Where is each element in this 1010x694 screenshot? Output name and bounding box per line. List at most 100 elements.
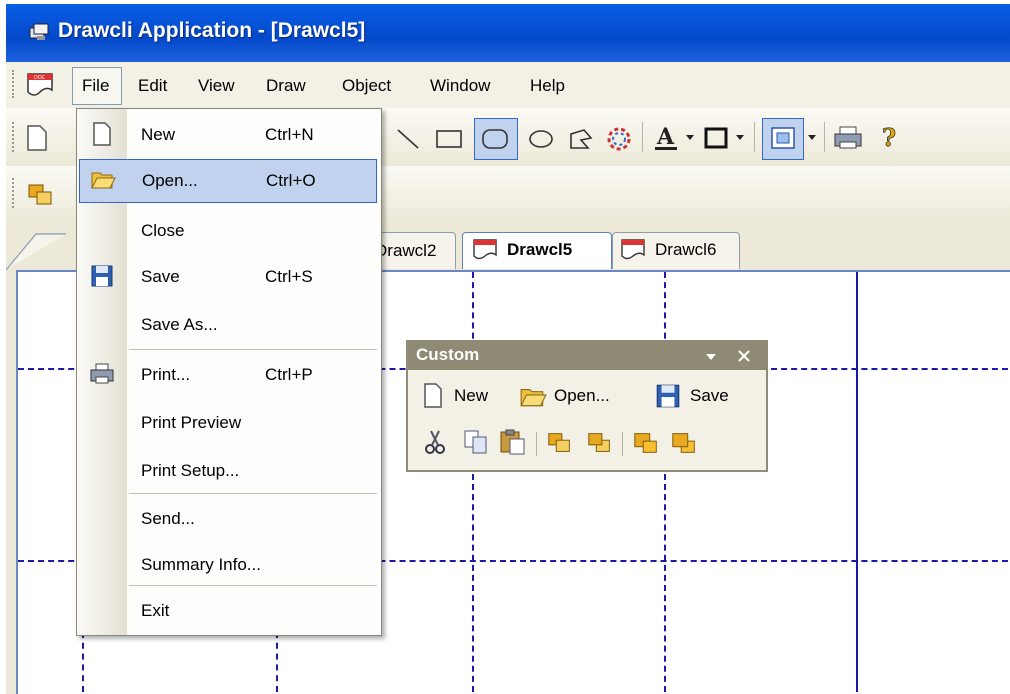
send-to-back-icon[interactable] [670,430,698,456]
tab-drawcl5[interactable]: Drawcl5 [462,232,612,269]
menu-item-print-setup-label: Print Setup... [141,461,240,480]
menu-item-save-as-label: Save As... [141,315,218,334]
line-color-icon[interactable] [702,124,732,152]
page-grid-line [82,632,84,692]
menu-item-new[interactable]: New Ctrl+N [77,113,381,157]
bring-forward-icon[interactable] [546,430,574,456]
tab-drawcl6[interactable]: Drawcl6 [612,232,740,269]
print-icon [90,363,114,384]
bring-to-front-icon[interactable] [632,430,660,456]
dropdown-arrow-icon[interactable] [734,132,746,142]
custom-toolbar-titlebar[interactable]: Custom [408,342,766,370]
page-grid-line [856,272,858,692]
menu-window[interactable]: Window [430,76,490,96]
menu-item-close[interactable]: Close [77,209,381,253]
menu-item-save-as[interactable]: Save As... [77,303,381,347]
menu-edit[interactable]: Edit [138,76,167,96]
toolbar-grip[interactable] [12,122,18,152]
close-icon[interactable] [736,348,752,364]
menu-item-save-label: Save [141,267,180,286]
page-grid-line [664,272,666,692]
menu-file[interactable]: File [82,76,109,96]
copy-icon[interactable] [462,428,490,456]
rectangle-tool-icon[interactable] [434,126,464,152]
tab-drawcl2-label: Drawcl2 [375,241,437,260]
menu-item-save[interactable]: Save Ctrl+S [77,255,381,299]
menu-item-save-shortcut: Ctrl+S [265,267,313,286]
tab-scroll-left[interactable] [6,232,66,272]
document-icon [621,239,645,260]
page-grid-line [472,272,474,692]
custom-toolbar: Custom New Open... Save [406,340,768,472]
custom-save-button[interactable]: Save [690,386,729,406]
print-icon[interactable] [832,124,864,152]
menu-item-print[interactable]: Print... Ctrl+P [77,353,381,397]
menu-help[interactable]: Help [530,76,565,96]
cut-icon[interactable] [422,428,448,456]
menu-item-print-shortcut: Ctrl+P [265,365,313,384]
fill-icon[interactable] [768,124,798,152]
custom-open-button[interactable]: Open... [554,386,610,406]
new-document-icon[interactable] [420,382,446,410]
menu-item-exit[interactable]: Exit [77,589,381,633]
menu-separator [129,493,377,494]
menu-item-print-preview-label: Print Preview [141,413,242,432]
help-icon[interactable]: ? [876,122,904,152]
font-color-icon[interactable]: A [652,122,682,154]
paste-icon[interactable] [498,428,528,456]
new-document-icon[interactable] [24,124,50,152]
color-wheel-icon[interactable] [604,124,634,154]
menu-item-open[interactable]: Open... Ctrl+O [79,159,377,203]
toolbar-separator [622,432,623,456]
toolbar-separator [824,122,825,152]
window-title: Drawcli Application - [Drawcl5] [58,19,366,42]
tab-drawcl6-label: Drawcl6 [655,240,717,259]
menu-separator [129,349,377,350]
menu-item-open-shortcut: Ctrl+O [266,171,316,190]
menu-item-send-label: Send... [141,509,195,528]
open-folder-icon [91,172,116,189]
document-menu-icon[interactable]: DOC [24,70,58,100]
title-bar[interactable]: Drawcli Application - [Drawcl5] [6,4,1010,62]
chevron-down-icon[interactable] [704,352,718,362]
save-disk-icon[interactable] [654,382,682,410]
menubar-grip[interactable] [12,70,18,98]
dropdown-arrow-icon[interactable] [684,132,696,142]
menu-view[interactable]: View [198,76,235,96]
menu-draw[interactable]: Draw [266,76,306,96]
custom-new-button[interactable]: New [454,386,488,406]
menu-item-open-label: Open... [142,171,198,190]
dropdown-arrow-icon[interactable] [806,132,818,142]
svg-text:?: ? [882,123,896,152]
app-icon [29,23,49,40]
application-window: Drawcli Application - [Drawcl5] DOC File… [6,4,1010,694]
menu-separator [129,585,377,586]
toolbar-separator [754,122,755,152]
file-menu: New Ctrl+N Open... Ctrl+O Close Save Ctr… [76,108,382,636]
menu-item-send[interactable]: Send... [77,497,381,541]
page-grid-line [276,632,278,692]
send-backward-icon[interactable] [586,430,614,456]
menu-item-new-shortcut: Ctrl+N [265,125,314,144]
line-tool-icon[interactable] [394,126,422,152]
toolbar-grip[interactable] [12,178,18,208]
menu-item-print-label: Print... [141,365,191,384]
document-icon [473,239,497,260]
rounded-rectangle-tool-icon[interactable] [480,126,510,152]
svg-text:DOC: DOC [34,75,46,81]
menu-bar: DOC File Edit View Draw Object Window He… [6,62,1010,109]
ellipse-tool-icon[interactable] [526,126,556,152]
tab-drawcl5-label: Drawcl5 [507,240,573,259]
bring-forward-icon[interactable] [26,182,56,208]
polygon-tool-icon[interactable] [566,126,596,152]
menu-item-summary-info-label: Summary Info... [141,555,261,574]
open-folder-icon[interactable] [518,382,548,410]
new-document-icon [93,122,111,146]
menu-item-print-setup[interactable]: Print Setup... [77,449,381,493]
save-disk-icon [91,265,113,287]
menu-item-print-preview[interactable]: Print Preview [77,401,381,445]
menu-item-summary-info[interactable]: Summary Info... [77,543,381,587]
custom-toolbar-title: Custom [416,345,480,364]
menu-item-exit-label: Exit [141,601,170,620]
menu-object[interactable]: Object [342,76,391,96]
